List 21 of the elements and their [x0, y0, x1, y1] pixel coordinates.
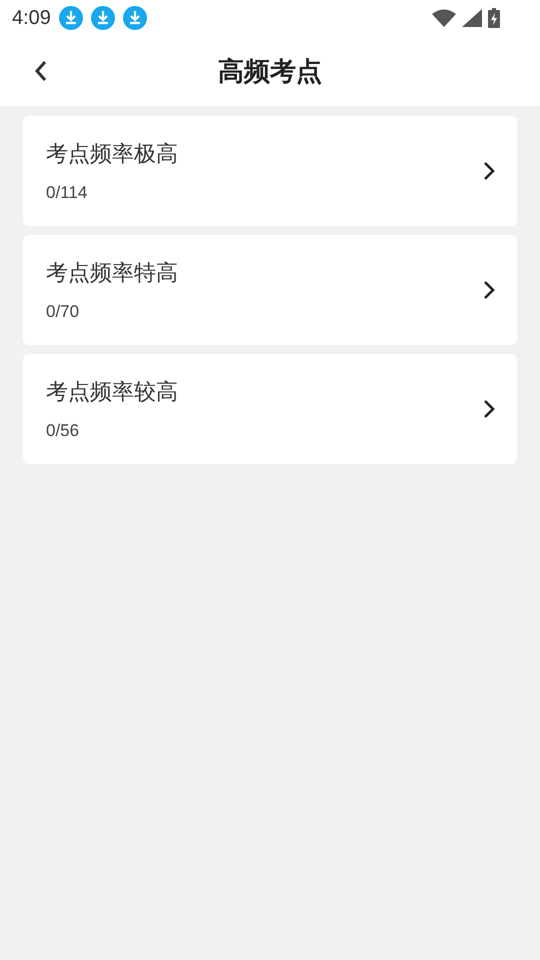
progress-count: 0/70	[46, 302, 80, 322]
status-time: 4:09	[12, 6, 51, 30]
chevron-right-icon	[483, 399, 495, 419]
download-icon	[122, 6, 147, 30]
topic-title: 考点频率特高	[46, 260, 179, 288]
topic-title: 考点频率较高	[46, 379, 179, 407]
progress-count: 0/114	[46, 183, 88, 203]
wifi-icon	[432, 9, 456, 27]
topic-card[interactable]: 考点频率较高 0/56	[23, 354, 517, 464]
progress-count: 0/56	[46, 421, 80, 441]
signal-icon	[462, 9, 482, 27]
download-icon	[90, 6, 115, 30]
page-title: 高频考点	[218, 56, 322, 86]
topic-title: 考点频率极高	[46, 141, 179, 169]
chevron-right-icon	[483, 280, 495, 300]
back-icon	[34, 60, 48, 82]
battery-charging-icon	[488, 8, 500, 28]
download-icon	[58, 6, 83, 30]
topic-card[interactable]: 考点频率极高 0/114	[23, 116, 517, 226]
chevron-right-icon	[483, 161, 495, 181]
topic-card[interactable]: 考点频率特高 0/70	[23, 235, 517, 345]
